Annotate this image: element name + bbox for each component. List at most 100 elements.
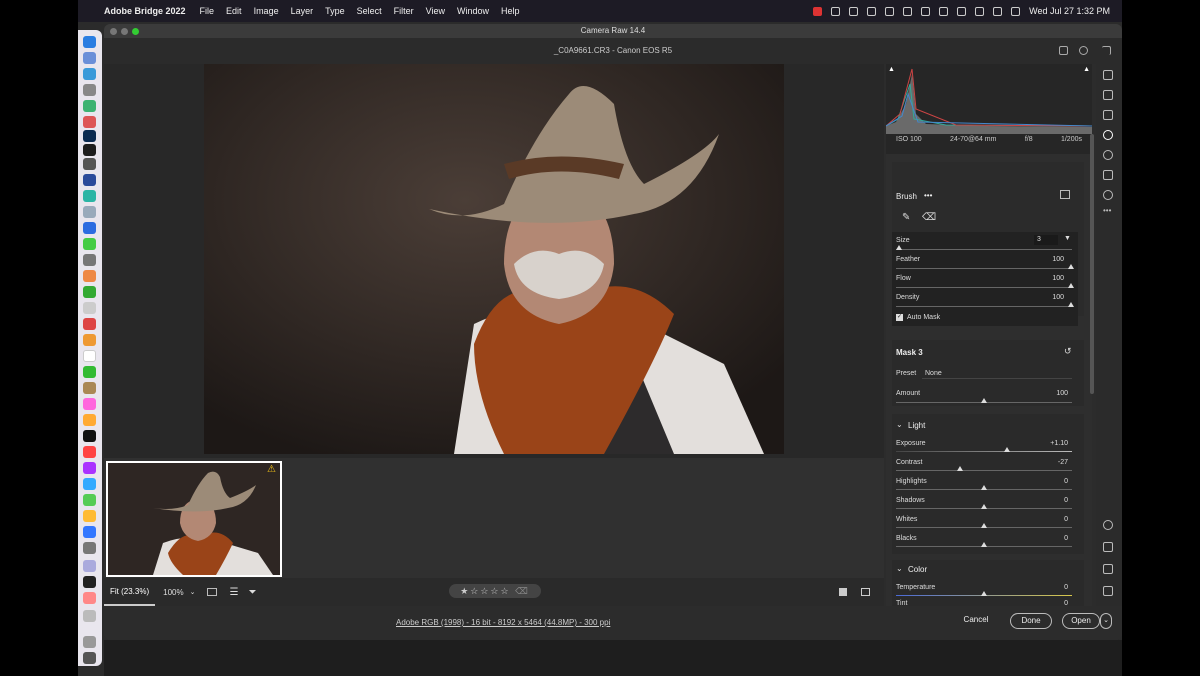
menu-help[interactable]: Help [501,6,520,16]
filter-icon[interactable]: ⏷ [248,587,256,598]
settings-icon[interactable] [83,542,96,554]
dock-app-icon[interactable] [83,576,96,588]
trash-icon[interactable]: ⌫ [515,586,530,596]
whites-value[interactable]: 0 [1042,516,1068,523]
messages-icon[interactable] [83,238,96,250]
dock-app-icon[interactable] [83,116,96,128]
wifi-icon[interactable] [957,6,967,16]
masking-icon[interactable] [1103,130,1113,140]
app-store-icon[interactable] [83,526,96,538]
menubar-clock[interactable]: Wed Jul 27 1:32 PM [1029,6,1110,16]
chevron-down-icon[interactable]: ⌄ [190,588,196,596]
density-value[interactable]: 100 [1038,294,1064,301]
menu-file[interactable]: File [200,6,215,16]
menu-filter[interactable]: Filter [394,6,414,16]
dock-app-icon[interactable] [83,100,96,112]
menu-image[interactable]: Image [254,6,279,16]
color-title[interactable]: Color [908,565,927,574]
creative-cloud-icon[interactable] [831,6,841,16]
dock-app-icon[interactable] [83,382,96,394]
density-slider-knob[interactable] [1068,302,1074,307]
brush-more-button[interactable]: ••• [924,191,932,200]
pause-icon[interactable] [921,6,931,16]
dock-app-icon[interactable] [83,334,96,346]
app-menu[interactable]: Adobe Bridge 2022 [104,6,186,16]
contrast-slider[interactable] [896,470,1072,471]
menu-window[interactable]: Window [457,6,489,16]
density-slider[interactable] [896,306,1072,307]
apple-tv-icon[interactable] [83,430,96,442]
flow-value[interactable]: 100 [1038,275,1064,282]
whites-slider-knob[interactable] [981,523,987,528]
finder-icon[interactable] [83,36,96,48]
menu-layer[interactable]: Layer [291,6,314,16]
trash-icon[interactable] [83,652,96,664]
clock-icon[interactable] [903,6,913,16]
feather-slider-knob[interactable] [1068,264,1074,269]
temperature-value[interactable]: 0 [1042,584,1068,591]
dock-app-icon[interactable] [83,222,96,234]
shadow-clipping-icon[interactable]: ▲ [888,66,895,73]
rating-stars[interactable]: ★☆☆☆☆ [460,586,510,596]
shadows-value[interactable]: 0 [1042,497,1068,504]
blacks-slider-knob[interactable] [981,542,987,547]
preset-dropdown[interactable]: None [922,368,1072,379]
control-center-icon[interactable] [993,6,1003,16]
dock-app-icon[interactable] [83,174,96,186]
fullscreen-icon[interactable] [1102,46,1111,55]
photoshop-icon[interactable] [83,130,96,142]
highlight-clipping-icon[interactable]: ▲ [1083,66,1090,73]
contrast-value[interactable]: -27 [1042,459,1068,466]
size-slider[interactable] [896,249,1072,250]
zoom-level-dropdown[interactable]: 100% [163,588,183,597]
size-input[interactable]: 3 [1034,235,1058,245]
done-button[interactable]: Done [1010,613,1052,629]
gear-icon[interactable] [1079,46,1088,55]
dock-app-icon[interactable] [83,190,96,202]
close-window-icon[interactable] [110,28,117,35]
dock-app-icon[interactable] [83,206,96,218]
eraser-icon[interactable]: ⌫ [922,212,936,223]
exposure-value[interactable]: +1.10 [1042,440,1068,447]
dock-app-icon[interactable] [83,52,96,64]
menu-edit[interactable]: Edit [226,6,242,16]
dock-app-icon[interactable] [83,560,96,572]
panel-scrollbar[interactable] [1090,134,1094,394]
flow-slider-knob[interactable] [1068,283,1074,288]
battery-icon[interactable] [939,6,949,16]
crop-icon[interactable] [1103,90,1113,100]
dock-app-icon[interactable] [83,68,96,80]
amount-value[interactable]: 100 [1042,390,1068,397]
dock-app-icon[interactable] [83,84,96,96]
brush-panel-icon[interactable] [1060,190,1070,199]
dock-app-icon[interactable] [83,610,96,622]
dock-app-icon[interactable] [83,366,96,378]
dock-app-icon[interactable] [83,510,96,522]
grid-icon[interactable] [1103,586,1113,596]
shadows-slider-knob[interactable] [981,504,987,509]
cancel-button[interactable]: Cancel [956,613,996,629]
calendar-icon[interactable] [83,350,96,362]
eyedropper-icon[interactable] [1103,564,1113,574]
hand-tool-icon[interactable] [1103,542,1113,552]
fit-zoom-button[interactable]: Fit (23.3%) [104,578,156,606]
menu-select[interactable]: Select [357,6,382,16]
dock-app-icon[interactable] [83,302,96,314]
blacks-value[interactable]: 0 [1042,535,1068,542]
presets-icon[interactable] [1103,190,1113,200]
sort-icon[interactable]: ☰ [229,587,238,598]
portrait-photo[interactable] [204,64,784,454]
before-after-icon[interactable] [207,588,218,596]
app-status-icon[interactable] [885,6,895,16]
photos-icon[interactable] [83,270,96,282]
dock-app-icon[interactable] [83,254,96,266]
podcasts-icon[interactable] [83,462,96,474]
light-title[interactable]: Light [908,421,925,430]
record-icon[interactable] [813,6,823,16]
filmstrip-toggle-icon[interactable] [861,588,870,596]
zoom-tool-icon[interactable] [1103,520,1113,530]
auto-mask-checkbox[interactable]: ✓ [896,314,903,321]
brush-icon[interactable]: ✎ [902,212,910,223]
amount-slider-knob[interactable] [981,398,987,403]
dock-app-icon[interactable] [83,636,96,648]
